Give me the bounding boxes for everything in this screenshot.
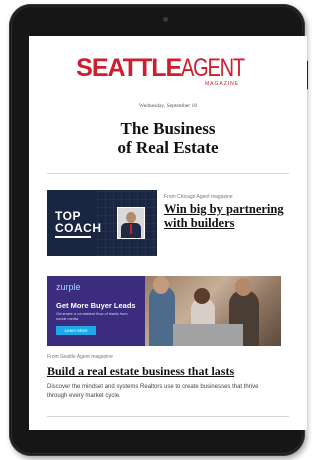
newsletter-headline-line2: of Real Estate [117, 138, 219, 157]
ad-learn-more-button[interactable]: Learn More [56, 326, 96, 335]
featured-image[interactable]: TOP COACH [47, 190, 157, 256]
newsletter-headline: The Business of Real Estate [29, 119, 307, 157]
ad-banner[interactable]: zurple Get More Buyer Leads Generate a c… [47, 276, 281, 346]
issue-date: Wednesday, September 18 [138, 103, 197, 109]
masthead-subtitle: MAGAZINE [205, 81, 240, 87]
featured-title-link[interactable]: Win big by partnering with builders [164, 202, 294, 230]
ad-subtext: Generate a consistent flow of leads from… [56, 311, 128, 321]
portrait-head [126, 212, 136, 223]
featured-image-rule [55, 236, 91, 238]
photo-person [149, 286, 175, 346]
divider [47, 416, 289, 417]
ad-brand-logo: zurple [56, 282, 81, 292]
featured-source: From Chicago Agent magazine [164, 194, 233, 200]
ad-photo [145, 276, 281, 346]
divider [47, 173, 289, 174]
article-source: From Seattle Agent magazine [47, 354, 113, 360]
masthead-logo[interactable]: SEATTLEAGENT [29, 54, 307, 83]
masthead-name-part2: AGENT [181, 54, 245, 82]
portrait-tie [130, 224, 132, 234]
photo-person-head [194, 288, 210, 304]
masthead-name-part1: SEATTLE [76, 54, 182, 82]
photo-person-head [235, 278, 252, 296]
camera-icon [163, 17, 168, 22]
featured-image-label-line2: COACH [55, 221, 102, 235]
article-summary: Discover the mindset and systems Realtor… [47, 384, 259, 399]
photo-person-head [153, 276, 169, 294]
tablet-screen: SEATTLEAGENT MAGAZINE Wednesday, Septemb… [29, 36, 307, 430]
featured-image-label: TOP COACH [55, 210, 102, 234]
ad-headline: Get More Buyer Leads [56, 301, 136, 310]
article-title-link[interactable]: Build a real estate business that lasts [47, 364, 297, 378]
coach-portrait [117, 207, 145, 239]
newsletter-headline-line1: The Business [120, 119, 216, 138]
photo-table [173, 324, 243, 346]
